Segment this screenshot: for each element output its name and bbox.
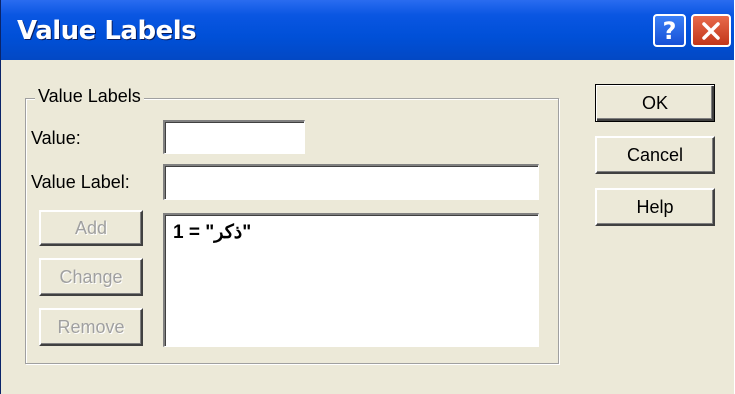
title-bar[interactable]: Value Labels ? xyxy=(1,0,734,60)
question-mark-icon: ? xyxy=(662,16,677,45)
dialog-title: Value Labels xyxy=(17,16,197,46)
value-label-input[interactable] xyxy=(163,164,539,200)
change-button[interactable]: Change xyxy=(39,258,143,296)
value-label-field-label: Value Label: xyxy=(31,172,130,192)
group-legend: Value Labels xyxy=(35,86,144,107)
value-input[interactable] xyxy=(163,120,305,154)
ok-button[interactable]: OK xyxy=(595,84,715,122)
help-button[interactable]: Help xyxy=(595,188,715,226)
dialog-window: Value Labels ? Value Labels Value: Value… xyxy=(0,0,734,394)
titlebar-close-button[interactable] xyxy=(691,14,731,47)
list-item[interactable]: 1 = "ذكر" xyxy=(173,221,251,244)
titlebar-help-button[interactable]: ? xyxy=(653,14,686,47)
value-labels-list[interactable]: 1 = "ذكر" xyxy=(163,213,539,347)
cancel-button[interactable]: Cancel xyxy=(595,136,715,174)
add-button[interactable]: Add xyxy=(39,210,143,246)
remove-button[interactable]: Remove xyxy=(39,308,143,346)
dialog-body: Value Labels Value: Value Label: Add Cha… xyxy=(1,60,734,394)
value-field-label: Value: xyxy=(31,128,81,148)
close-icon xyxy=(702,21,720,40)
